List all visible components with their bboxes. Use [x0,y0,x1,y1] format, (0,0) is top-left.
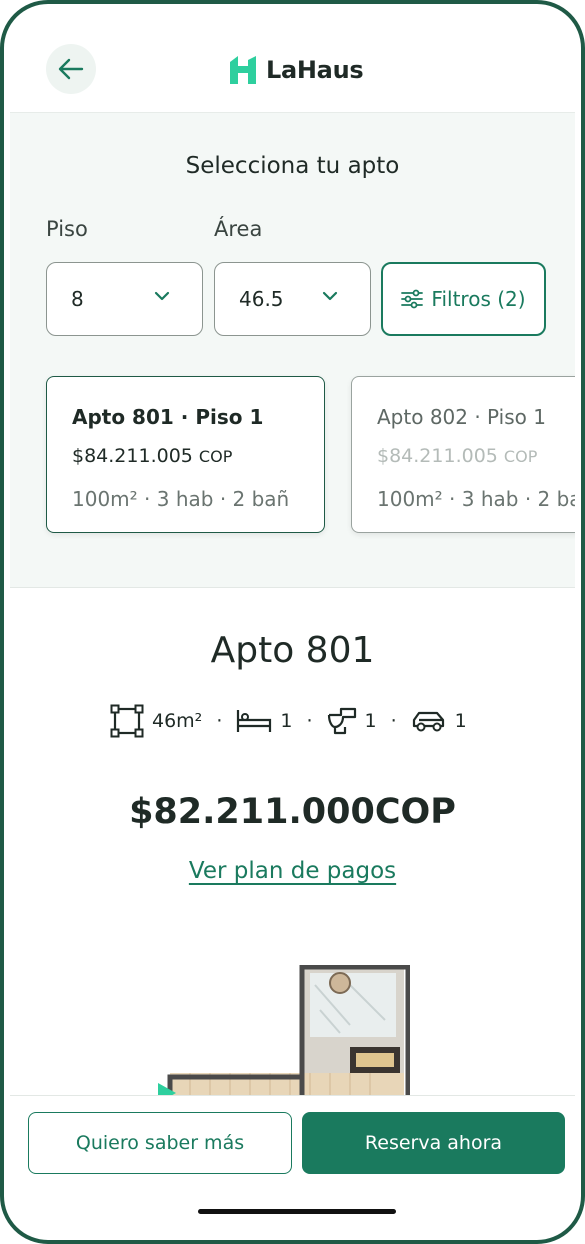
brand-logo: LaHaus [230,56,364,84]
reserve-button[interactable]: Reserva ahora [302,1112,565,1174]
bedrooms-value: 1 [280,710,293,732]
phone-frame: LaHaus Selecciona tu apto Piso Área 8 46… [0,0,585,1244]
parking-value: 1 [454,710,467,732]
filters-button[interactable]: Filtros (2) [381,262,546,336]
floor-label: Piso [46,217,88,241]
app-screen: LaHaus Selecciona tu apto Piso Área 8 46… [10,10,575,1234]
floor-plan-image [150,965,410,1110]
arrow-left-icon [58,58,84,80]
unit-card-features: 100m² · 3 hab · 2 bañ [72,487,290,511]
area-select[interactable]: 46.5 [214,262,371,336]
filters-label: Filtros (2) [431,287,526,311]
unit-card-801[interactable]: Apto 801 · Piso 1 $84.211.005 COP 100m² … [46,376,325,533]
unit-card-price: $84.211.005 COP [377,445,538,467]
bathrooms-value: 1 [364,710,377,732]
chevron-down-icon [154,291,170,301]
home-indicator[interactable] [198,1209,396,1214]
bottom-action-bar: Quiero saber más Reserva ahora [10,1095,575,1234]
unit-card-802[interactable]: Apto 802 · Piso 1 $84.211.005 COP 100m² … [351,376,575,533]
unit-price: $82.211.000COP [129,792,456,832]
floor-select[interactable]: 8 [46,262,203,336]
payment-plan-link[interactable]: Ver plan de pagos [10,858,575,884]
toilet-icon [327,707,356,735]
house-logo-icon [230,56,256,84]
selector-title: Selecciona tu apto [185,153,400,179]
area-select-value: 46.5 [239,287,284,311]
unit-selector: Selecciona tu apto Piso Área 8 46.5 Filt… [10,113,575,588]
car-icon [412,711,444,732]
floor-select-value: 8 [71,287,84,311]
unit-title: Apto 801 [210,630,375,671]
area-value: 46m² [152,710,203,732]
unit-card-features: 100m² · 3 hab · 2 ba [377,487,575,511]
unit-specs: 46m² · 1 · 1 · 1 [110,704,467,738]
top-bar: LaHaus [10,10,575,113]
area-label: Área [214,217,263,241]
unit-card-price: $84.211.005 COP [72,445,233,467]
more-info-button[interactable]: Quiero saber más [28,1112,292,1174]
bed-icon [237,710,272,732]
unit-card-title: Apto 802 · Piso 1 [377,405,546,429]
unit-card-title: Apto 801 · Piso 1 [72,405,264,429]
area-icon [110,704,144,738]
chevron-down-icon [322,291,338,301]
brand-name: LaHaus [266,56,364,84]
back-button[interactable] [46,44,96,94]
sliders-icon [401,289,424,309]
